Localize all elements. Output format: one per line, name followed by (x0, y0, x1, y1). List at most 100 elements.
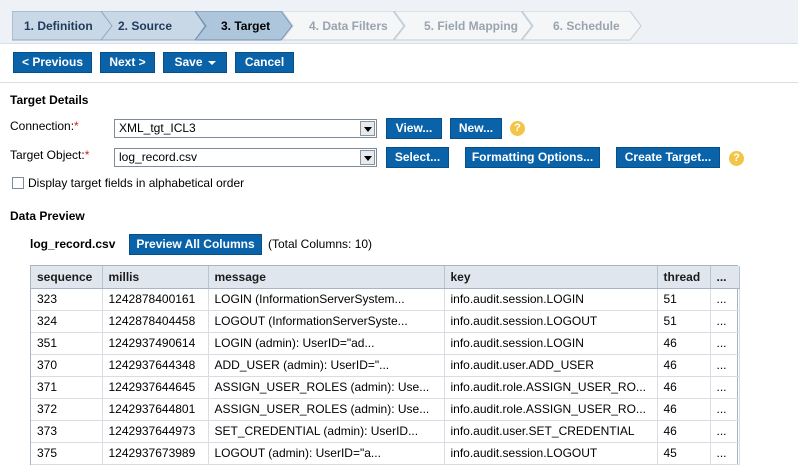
wizard-step-field-mapping[interactable]: 5. Field Mapping (394, 11, 533, 41)
column-header[interactable]: message (208, 266, 445, 289)
data-preview-grid[interactable]: sequence millis message key thread ... 3… (30, 265, 740, 465)
wizard-step-label: 1. Definition (24, 19, 93, 33)
table-cell: 373 (31, 420, 103, 443)
table-cell: 370 (31, 354, 103, 377)
table-cell: info.audit.session.LOGOUT (444, 310, 658, 333)
table-cell: 46 (657, 332, 711, 355)
dropdown-arrow-icon[interactable] (360, 150, 375, 165)
table-cell: LOGOUT (admin): UserID="a... (208, 442, 445, 465)
table-cell: ... (710, 376, 740, 399)
table-cell: 46 (657, 398, 711, 421)
table-cell: info.audit.role.ASSIGN_USER_RO... (444, 398, 658, 421)
table-cell: 323 (31, 288, 103, 311)
save-label: Save (174, 55, 203, 69)
wizard-step-data-filters[interactable]: 4. Data Filters (282, 11, 405, 41)
table-cell: LOGIN (InformationServerSystem... (208, 288, 445, 311)
data-preview-title: Data Preview (10, 209, 85, 223)
table-cell: info.audit.role.ASSIGN_USER_RO... (444, 376, 658, 399)
table-cell: 324 (31, 310, 103, 333)
table-row[interactable]: 324 1242878404458 LOGOUT (InformationServe… (31, 310, 740, 333)
table-cell: ... (710, 310, 740, 333)
wizard-step-label: 4. Data Filters (309, 19, 388, 33)
table-cell: 46 (657, 354, 711, 377)
table-row[interactable]: 370 1242937644348 ADD_USER (admin): UserID… (31, 354, 740, 377)
table-row[interactable]: 373 1242937644973 SET_CREDENTIAL (admin): … (31, 420, 740, 443)
wizard-steps: 1. Definition 2. Source 3. Target 4. Dat… (0, 0, 798, 44)
connection-select[interactable]: XML_tgt_ICL3 (114, 119, 377, 138)
cancel-button[interactable]: Cancel (235, 52, 294, 73)
table-cell: 375 (31, 442, 103, 465)
table-cell: ... (710, 398, 740, 421)
table-cell: ... (710, 442, 740, 465)
table-cell: ADD_USER (admin): UserID="... (208, 354, 445, 377)
table-cell: 1242937644801 (102, 398, 209, 421)
table-cell: 51 (657, 310, 711, 333)
table-cell: 372 (31, 398, 103, 421)
connection-label-text: Connection: (10, 119, 75, 133)
table-row[interactable]: 372 1242937644801 ASSIGN_USER_ROLES (admin… (31, 398, 740, 421)
column-header[interactable]: ... (710, 266, 740, 289)
chevron-down-icon (207, 60, 216, 65)
table-cell: 1242878404458 (102, 310, 209, 333)
table-cell: 1242937644645 (102, 376, 209, 399)
preview-all-columns-button[interactable]: Preview All Columns (129, 234, 262, 255)
table-cell: ... (710, 420, 740, 443)
wizard-step-target[interactable]: 3. Target (195, 11, 293, 41)
table-cell: info.audit.user.ADD_USER (444, 354, 658, 377)
alphabetical-order-label: Display target fields in alphabetical or… (28, 176, 245, 190)
table-row[interactable]: 375 1242937673989 LOGOUT (admin): UserID="… (31, 442, 740, 465)
table-cell: 1242937673989 (102, 442, 209, 465)
table-cell: ... (710, 332, 740, 355)
previous-button[interactable]: < Previous (13, 52, 92, 73)
target-object-select[interactable]: log_record.csv (114, 148, 377, 167)
table-cell: LOGOUT (InformationServerSyste... (208, 310, 445, 333)
preview-file-name: log_record.csv (30, 237, 116, 251)
column-header[interactable]: thread (657, 266, 711, 289)
table-cell: ASSIGN_USER_ROLES (admin): Use... (208, 398, 445, 421)
table-cell: 51 (657, 288, 711, 311)
help-icon[interactable]: ? (729, 151, 744, 166)
table-cell: info.audit.session.LOGOUT (444, 442, 658, 465)
wizard-step-source[interactable]: 2. Source (101, 11, 206, 41)
table-cell: 1242937490614 (102, 332, 209, 355)
target-details-title: Target Details (10, 93, 89, 107)
table-cell: SET_CREDENTIAL (admin): UserID... (208, 420, 445, 443)
select-target-button[interactable]: Select... (386, 147, 449, 168)
table-cell: 46 (657, 376, 711, 399)
wizard-step-label: 5. Field Mapping (424, 19, 519, 33)
wizard-step-label: 3. Target (221, 19, 271, 33)
column-header[interactable]: sequence (31, 266, 103, 289)
column-header[interactable]: key (444, 266, 658, 289)
table-cell: LOGIN (admin): UserID="ad... (208, 332, 445, 355)
table-row[interactable]: 371 1242937644645 ASSIGN_USER_ROLES (admin… (31, 376, 740, 399)
target-object-label: Target Object:* (10, 148, 89, 162)
total-columns-text: (Total Columns: 10) (268, 237, 373, 251)
table-cell: 1242937644973 (102, 420, 209, 443)
wizard-step-label: 6. Schedule (553, 19, 620, 33)
dropdown-arrow-icon[interactable] (360, 121, 375, 136)
table-row[interactable]: 351 1242937490614 LOGIN (admin): UserID="a… (31, 332, 740, 355)
table-row[interactable]: 323 1242878400161 LOGIN (InformationServer… (31, 288, 740, 311)
alphabetical-order-checkbox[interactable] (12, 177, 24, 189)
wizard-step-label: 2. Source (118, 19, 173, 33)
table-cell: info.audit.user.SET_CREDENTIAL (444, 420, 658, 443)
table-cell: 351 (31, 332, 103, 355)
column-header[interactable]: millis (102, 266, 209, 289)
view-connection-button[interactable]: View... (386, 118, 442, 139)
table-header-row: sequence millis message key thread ... (31, 266, 740, 289)
table-cell: 1242878400161 (102, 288, 209, 311)
table-cell: ... (710, 354, 740, 377)
create-target-button[interactable]: Create Target... (616, 147, 720, 168)
table-cell: ASSIGN_USER_ROLES (admin): Use... (208, 376, 445, 399)
new-connection-button[interactable]: New... (450, 118, 502, 139)
formatting-options-button[interactable]: Formatting Options... (465, 147, 600, 168)
table-cell: ... (710, 288, 740, 311)
save-button[interactable]: Save (163, 52, 227, 73)
help-icon[interactable]: ? (510, 121, 525, 136)
target-object-value: log_record.csv (119, 150, 198, 164)
wizard-step-schedule[interactable]: 6. Schedule (522, 11, 642, 41)
table-cell: info.audit.session.LOGIN (444, 288, 658, 311)
required-marker: * (74, 119, 79, 133)
table-cell: 1242937644348 (102, 354, 209, 377)
next-button[interactable]: Next > (100, 52, 155, 73)
